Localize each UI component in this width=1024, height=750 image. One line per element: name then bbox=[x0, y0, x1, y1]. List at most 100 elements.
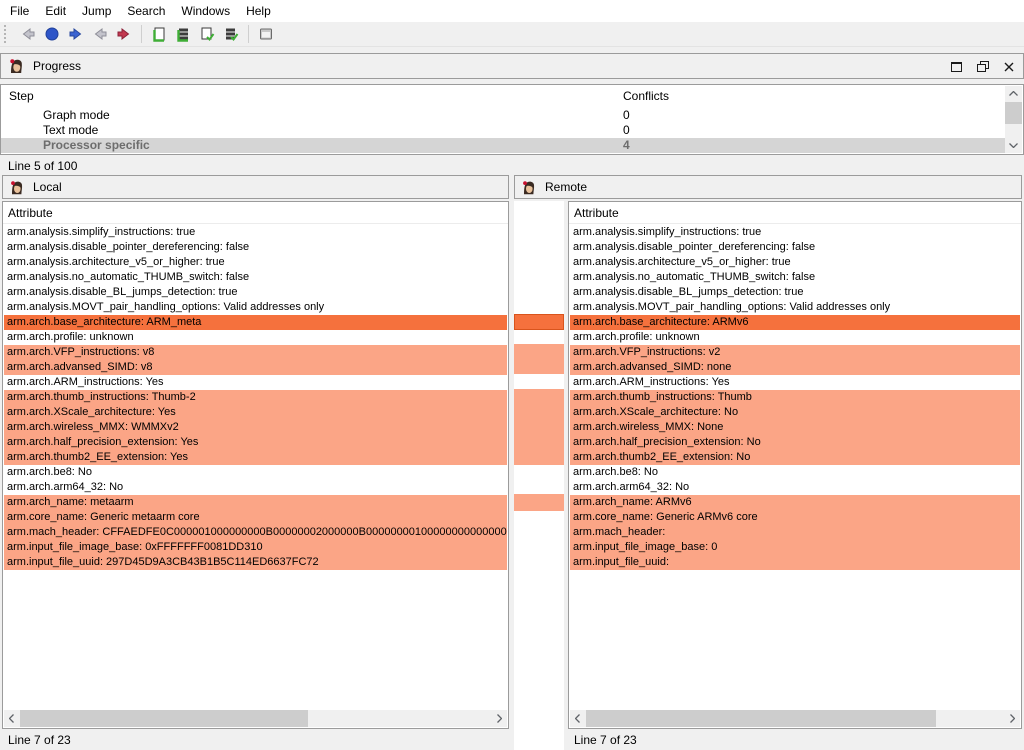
step-row[interactable]: Graph mode 0 bbox=[1, 108, 1006, 123]
attribute-row[interactable]: arm.arch.half_precision_extension: Yes bbox=[4, 435, 507, 450]
scroll-left-icon[interactable] bbox=[570, 710, 585, 727]
attribute-row[interactable]: arm.arch.thumb2_EE_extension: No bbox=[570, 450, 1020, 465]
scroll-right-icon[interactable] bbox=[1005, 710, 1020, 727]
attribute-row[interactable]: arm.arch.be8: No bbox=[570, 465, 1020, 480]
remote-rows: arm.analysis.simplify_instructions: true… bbox=[570, 225, 1020, 570]
nav-forward-icon[interactable] bbox=[64, 24, 88, 44]
attribute-row[interactable]: arm.arch.base_architecture: ARMv6 bbox=[570, 315, 1020, 330]
attribute-column-header[interactable]: Attribute bbox=[3, 202, 508, 224]
ida-lady-icon bbox=[9, 180, 24, 195]
attribute-row[interactable]: arm.arch.VFP_instructions: v8 bbox=[4, 345, 507, 360]
attribute-row[interactable]: arm.analysis.disable_BL_jumps_detection:… bbox=[4, 285, 507, 300]
conflicts-column-header[interactable]: Conflicts bbox=[623, 89, 669, 103]
attribute-row[interactable]: arm.analysis.architecture_v5_or_higher: … bbox=[570, 255, 1020, 270]
attribute-row[interactable]: arm.arch.be8: No bbox=[4, 465, 507, 480]
attribute-row[interactable]: arm.input_file_image_base: 0 bbox=[570, 540, 1020, 555]
attribute-row[interactable]: arm.arch.wireless_MMX: None bbox=[570, 420, 1020, 435]
attribute-row[interactable]: arm.arch.XScale_architecture: Yes bbox=[4, 405, 507, 420]
scroll-right-icon[interactable] bbox=[492, 710, 507, 727]
toolbar-grip-handle[interactable] bbox=[4, 25, 10, 43]
attribute-row[interactable]: arm.analysis.no_automatic_THUMB_switch: … bbox=[4, 270, 507, 285]
menu-item[interactable]: Jump bbox=[74, 0, 119, 22]
attribute-row[interactable]: arm.analysis.disable_pointer_dereferenci… bbox=[570, 240, 1020, 255]
attribute-row[interactable]: arm.arch.wireless_MMX: WMMXv2 bbox=[4, 420, 507, 435]
attribute-row[interactable]: arm.analysis.disable_BL_jumps_detection:… bbox=[570, 285, 1020, 300]
scrollbar-thumb[interactable] bbox=[20, 710, 308, 727]
stop-circle-icon[interactable] bbox=[40, 24, 64, 44]
steps-line-status: Line 5 of 100 bbox=[8, 159, 77, 173]
attribute-row[interactable]: arm.arch.half_precision_extension: No bbox=[570, 435, 1020, 450]
scroll-up-icon[interactable] bbox=[1005, 86, 1022, 101]
local-panel-header: Local bbox=[2, 175, 509, 199]
menu-item[interactable]: Edit bbox=[37, 0, 74, 22]
attribute-row[interactable]: arm.analysis.no_automatic_THUMB_switch: … bbox=[570, 270, 1020, 285]
attribute-row[interactable]: arm.arch.ARM_instructions: Yes bbox=[4, 375, 507, 390]
attribute-row[interactable]: arm.mach_header: bbox=[570, 525, 1020, 540]
new-window-icon[interactable] bbox=[254, 24, 278, 44]
attribute-row[interactable]: arm.mach_header: CFFAEDFE0C0000010000000… bbox=[4, 525, 507, 540]
validate-file-icon[interactable] bbox=[195, 24, 219, 44]
attribute-row[interactable]: arm.arch.thumb_instructions: Thumb bbox=[570, 390, 1020, 405]
attribute-row[interactable]: arm.arch.thumb2_EE_extension: Yes bbox=[4, 450, 507, 465]
attribute-row[interactable]: arm.arch.profile: unknown bbox=[570, 330, 1020, 345]
maximize-button[interactable] bbox=[949, 60, 963, 73]
scroll-left-icon[interactable] bbox=[4, 710, 19, 727]
merge-steps-table: Step Conflicts Graph mode 0 Text mode 0 … bbox=[0, 84, 1024, 155]
attribute-column-header[interactable]: Attribute bbox=[569, 202, 1021, 224]
attribute-row[interactable]: arm.arch.base_architecture: ARM_meta bbox=[4, 315, 507, 330]
merge-gutter bbox=[514, 201, 564, 750]
attribute-row[interactable]: arm.analysis.disable_pointer_dereferenci… bbox=[4, 240, 507, 255]
attribute-row[interactable]: arm.arch.advansed_SIMD: v8 bbox=[4, 360, 507, 375]
attribute-row[interactable]: arm.input_file_image_base: 0xFFFFFFF0081… bbox=[4, 540, 507, 555]
attribute-row[interactable]: arm.arch.profile: unknown bbox=[4, 330, 507, 345]
menu-item[interactable]: File bbox=[2, 0, 37, 22]
load-database-icon[interactable] bbox=[171, 24, 195, 44]
attribute-row[interactable]: arm.analysis.architecture_v5_or_higher: … bbox=[4, 255, 507, 270]
attribute-row[interactable]: arm.arch.VFP_instructions: v2 bbox=[570, 345, 1020, 360]
attribute-row[interactable]: arm.arch.thumb_instructions: Thumb-2 bbox=[4, 390, 507, 405]
attribute-row[interactable]: arm.arch.ARM_instructions: Yes bbox=[570, 375, 1020, 390]
local-line-status: Line 7 of 23 bbox=[8, 733, 71, 747]
attribute-row[interactable]: arm.arch.arm64_32: No bbox=[570, 480, 1020, 495]
attribute-row[interactable]: arm.analysis.simplify_instructions: true bbox=[570, 225, 1020, 240]
menu-item[interactable]: Windows bbox=[173, 0, 238, 22]
attribute-row[interactable]: arm.core_name: Generic metaarm core bbox=[4, 510, 507, 525]
toolbar bbox=[0, 22, 1024, 47]
attribute-row[interactable]: arm.arch_name: ARMv6 bbox=[570, 495, 1020, 510]
menu-item[interactable]: Help bbox=[238, 0, 279, 22]
step-row[interactable]: Text mode 0 bbox=[1, 123, 1006, 138]
load-file-icon[interactable] bbox=[147, 24, 171, 44]
attribute-row[interactable]: arm.analysis.MOVT_pair_handling_options:… bbox=[570, 300, 1020, 315]
attribute-row[interactable]: arm.input_file_uuid: 297D45D9A3CB43B1B5C… bbox=[4, 555, 507, 570]
jump-forward-icon[interactable] bbox=[112, 24, 136, 44]
remote-horizontal-scrollbar[interactable] bbox=[570, 710, 1020, 727]
scrollbar-thumb[interactable] bbox=[586, 710, 936, 727]
nav-back-icon[interactable] bbox=[16, 24, 40, 44]
scrollbar-thumb[interactable] bbox=[1005, 102, 1022, 124]
menu-item[interactable]: Search bbox=[119, 0, 173, 22]
toolbar-separator bbox=[141, 25, 142, 43]
attribute-row[interactable]: arm.arch.XScale_architecture: No bbox=[570, 405, 1020, 420]
scroll-down-icon[interactable] bbox=[1005, 138, 1022, 153]
step-row[interactable]: Processor specific 4 bbox=[1, 138, 1006, 153]
attribute-row[interactable]: arm.arch.arm64_32: No bbox=[4, 480, 507, 495]
menu-bar: FileEditJumpSearchWindowsHelp bbox=[0, 0, 1024, 22]
step-column-header[interactable]: Step bbox=[9, 89, 34, 103]
attribute-row[interactable]: arm.input_file_uuid: bbox=[570, 555, 1020, 570]
diff-block bbox=[514, 389, 564, 465]
restore-button[interactable] bbox=[976, 60, 990, 73]
close-icon[interactable] bbox=[1002, 60, 1016, 73]
jump-back-icon[interactable] bbox=[88, 24, 112, 44]
ida-lady-icon bbox=[8, 58, 24, 74]
progress-title: Progress bbox=[33, 59, 81, 73]
steps-vertical-scrollbar[interactable] bbox=[1005, 86, 1022, 153]
attribute-row[interactable]: arm.core_name: Generic ARMv6 core bbox=[570, 510, 1020, 525]
validate-database-icon[interactable] bbox=[219, 24, 243, 44]
attribute-row[interactable]: arm.arch_name: metaarm bbox=[4, 495, 507, 510]
attribute-row[interactable]: arm.analysis.MOVT_pair_handling_options:… bbox=[4, 300, 507, 315]
step-name: Graph mode bbox=[1, 108, 110, 122]
local-horizontal-scrollbar[interactable] bbox=[4, 710, 507, 727]
step-name: Processor specific bbox=[1, 138, 150, 152]
attribute-row[interactable]: arm.analysis.simplify_instructions: true bbox=[4, 225, 507, 240]
attribute-row[interactable]: arm.arch.advansed_SIMD: none bbox=[570, 360, 1020, 375]
